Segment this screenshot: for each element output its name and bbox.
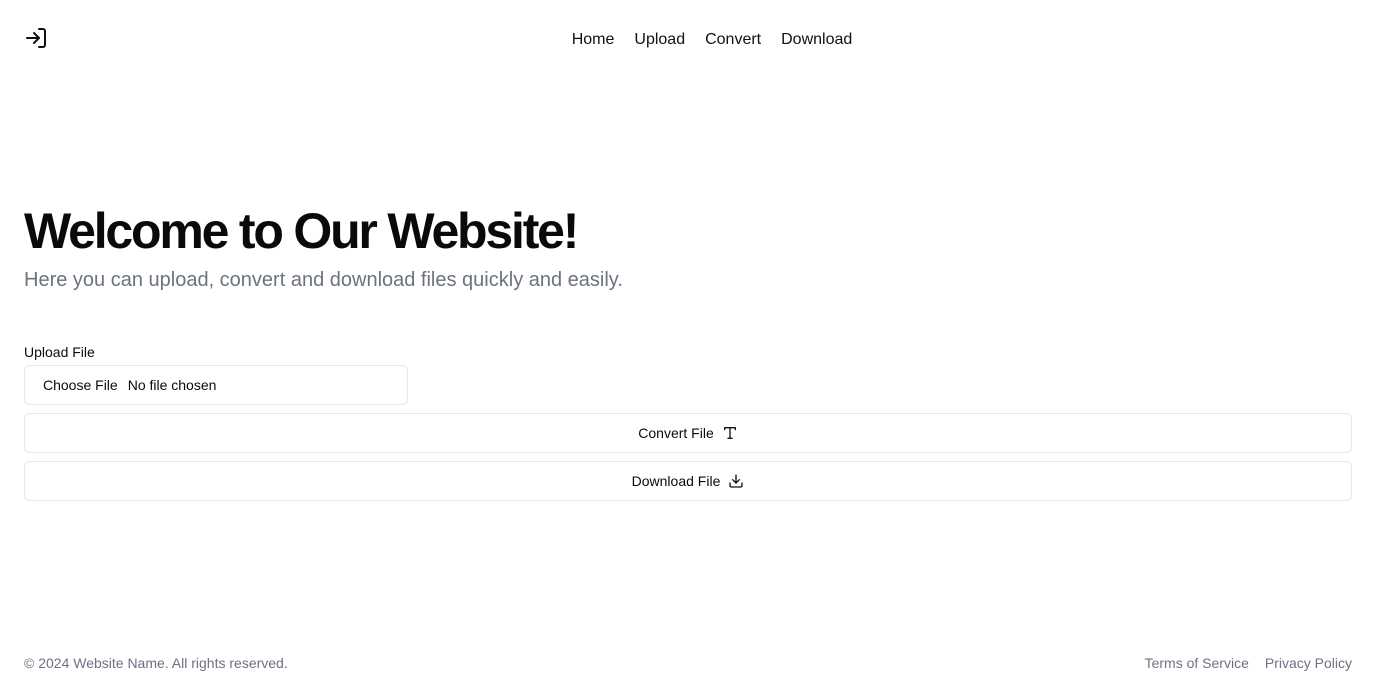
- page: Home Upload Convert Download Welcome to …: [0, 0, 1376, 697]
- hero-title: Welcome to Our Website!: [24, 203, 579, 259]
- hero-subtitle: Here you can upload, convert and downloa…: [24, 269, 623, 291]
- terms-of-service-link[interactable]: Terms of Service: [1145, 653, 1249, 673]
- nav-link-convert[interactable]: Convert: [705, 28, 761, 52]
- footer-copyright: © 2024 Website Name. All rights reserved…: [24, 655, 288, 671]
- file-status-text: No file chosen: [127, 377, 217, 393]
- download-file-label: Download File: [631, 473, 721, 489]
- convert-file-button[interactable]: Convert File: [24, 413, 1352, 453]
- header: Home Upload Convert Download: [0, 0, 1376, 80]
- file-input[interactable]: Choose File No file chosen: [24, 365, 408, 405]
- upload-file-label: Upload File: [24, 344, 95, 360]
- type-icon: [722, 425, 738, 441]
- nav-link-upload[interactable]: Upload: [634, 28, 685, 52]
- convert-file-label: Convert File: [638, 425, 714, 441]
- download-icon: [728, 473, 744, 489]
- nav-link-home[interactable]: Home: [572, 28, 615, 52]
- choose-file-button[interactable]: Choose File: [43, 377, 118, 393]
- download-file-button[interactable]: Download File: [24, 461, 1352, 501]
- privacy-policy-link[interactable]: Privacy Policy: [1265, 653, 1352, 673]
- hero-section: Welcome to Our Website! Here you can upl…: [24, 200, 644, 297]
- main-nav: Home Upload Convert Download: [0, 28, 1376, 52]
- footer-links: Terms of Service Privacy Policy: [1145, 653, 1352, 673]
- nav-link-download[interactable]: Download: [781, 28, 852, 52]
